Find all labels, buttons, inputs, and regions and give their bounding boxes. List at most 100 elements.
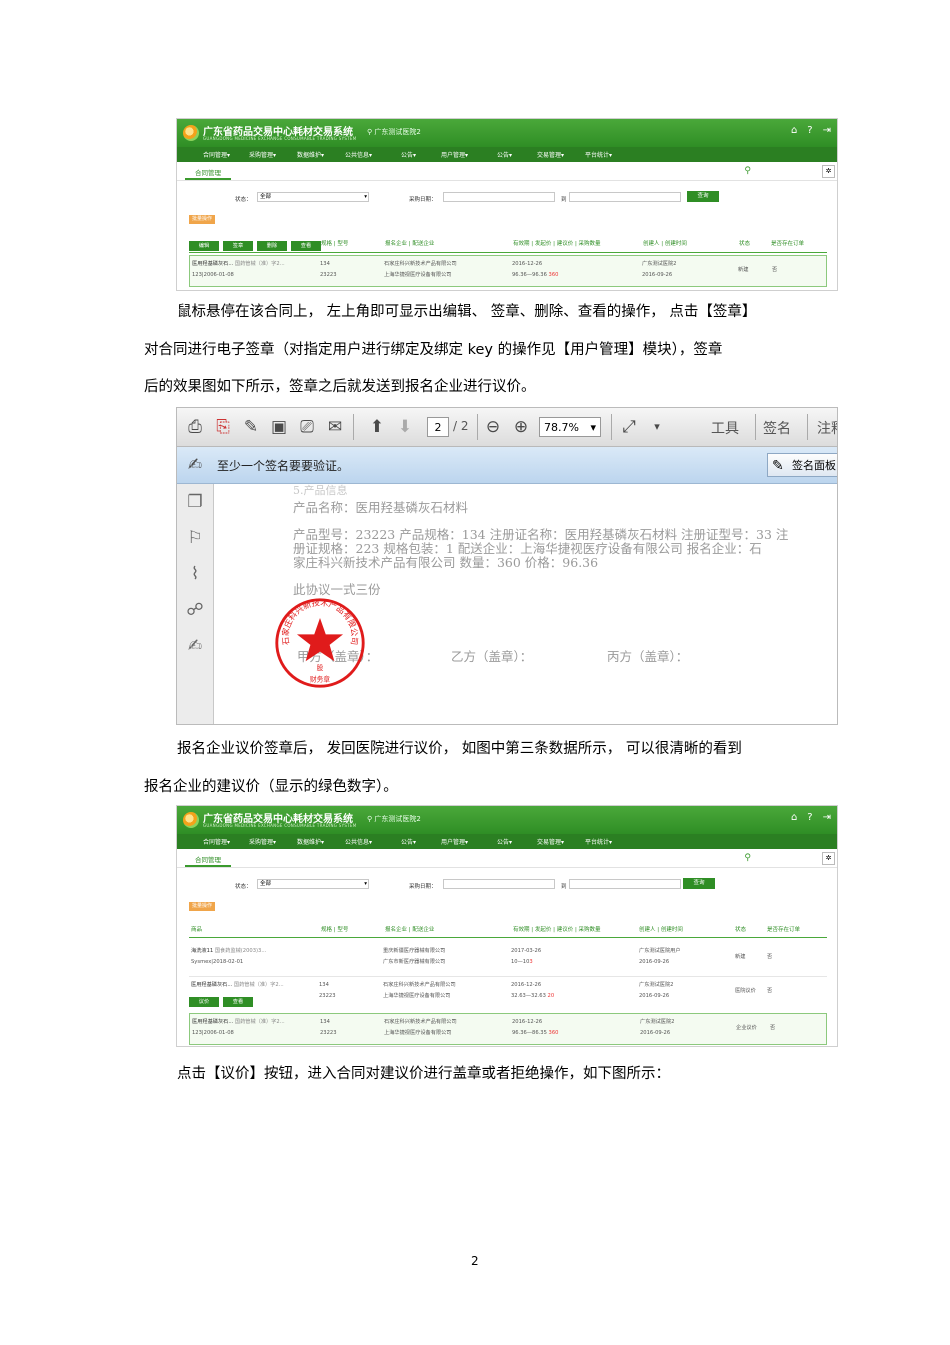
zoom-select[interactable]: 78.7% ▾ bbox=[539, 417, 601, 437]
comment-menu[interactable]: 注释 bbox=[817, 418, 837, 438]
date-from-input[interactable] bbox=[443, 192, 555, 202]
gear-icon[interactable]: ✲ bbox=[822, 852, 835, 865]
search-icon[interactable]: ⚲ bbox=[744, 853, 751, 863]
table-row[interactable]: 医用羟基磷灰石... 国药管械（准）字2... 议价 查看 134 23223 … bbox=[189, 977, 827, 1013]
signature-panel-button[interactable]: ✎ 签名面板 bbox=[767, 453, 837, 477]
nav-item-trade[interactable]: 交易管理▾ bbox=[537, 150, 564, 159]
nav-item-data[interactable]: 数据维护▾ bbox=[297, 150, 324, 159]
signature-icon[interactable]: ✍ bbox=[185, 636, 205, 656]
view-button[interactable]: 查看 bbox=[223, 997, 253, 1007]
bookmark-icon[interactable]: ⚐ bbox=[185, 528, 205, 548]
nav-item-stats[interactable]: 平台统计▾ bbox=[585, 837, 612, 846]
status-select[interactable]: 全部 ▾ bbox=[257, 192, 369, 202]
sign-menu[interactable]: 签名 bbox=[763, 418, 791, 438]
cell-spec: 134 bbox=[319, 982, 329, 988]
zoom-out-icon[interactable]: ⊖ bbox=[483, 417, 503, 437]
fullscreen-icon[interactable]: ⤢ bbox=[619, 417, 639, 437]
more-icon[interactable]: ▾ bbox=[647, 417, 667, 437]
signature-message: 至少一个签名要要验证。 bbox=[217, 459, 350, 473]
nav-item-contract[interactable]: 合同管理▾ bbox=[203, 837, 230, 846]
batch-button[interactable]: 批量操作 bbox=[189, 215, 216, 224]
cell-status: 企业议价 bbox=[736, 1025, 757, 1031]
col-company: 报名企业 | 配送企业 bbox=[385, 241, 435, 247]
cell-model: 23223 bbox=[319, 993, 336, 999]
nav-item-purchase[interactable]: 采购管理▾ bbox=[249, 837, 276, 846]
date-label: 采购日期： bbox=[409, 884, 437, 890]
date-from-input[interactable] bbox=[443, 879, 555, 889]
query-button[interactable]: 查询 bbox=[683, 878, 715, 889]
status-select[interactable]: 全部 ▾ bbox=[257, 879, 369, 889]
nav-item-user[interactable]: 用户管理▾ bbox=[441, 150, 468, 159]
nav-item-data[interactable]: 数据维护▾ bbox=[297, 837, 324, 846]
delete-button[interactable]: 删除 bbox=[257, 241, 287, 251]
home-icon[interactable]: ⌂ bbox=[791, 125, 797, 136]
nav-item-contract[interactable]: 合同管理▾ bbox=[203, 150, 230, 159]
chevron-down-icon: ▾ bbox=[364, 881, 367, 887]
cell-ctime: 2016-09-26 bbox=[639, 993, 670, 999]
negotiate-button[interactable]: 议价 bbox=[189, 997, 219, 1007]
nav-item-public[interactable]: 公共信息▾ bbox=[345, 837, 372, 846]
nav-item-notice-2[interactable]: 公告▾ bbox=[497, 150, 512, 159]
tab-contract-manage[interactable]: 合同管理 bbox=[185, 853, 231, 867]
zoom-in-icon[interactable]: ⊕ bbox=[511, 417, 531, 437]
main-nav: 合同管理▾ 采购管理▾ 数据维护▾ 公共信息▾ 公告▾ 用户管理▾ 公告▾ 交易… bbox=[177, 834, 837, 849]
cell-company: 石家庄科兴新技术产品有限公司 bbox=[384, 261, 457, 267]
tools-menu[interactable]: 工具 bbox=[711, 418, 739, 438]
location-label: ⚲ 广东测试医院2 bbox=[367, 128, 421, 136]
nav-item-stats[interactable]: 平台统计▾ bbox=[585, 150, 612, 159]
view-button[interactable]: 查看 bbox=[291, 241, 321, 251]
mail-icon[interactable]: ✉ bbox=[325, 417, 345, 437]
sign-button[interactable]: 签章 bbox=[223, 241, 253, 251]
toolbar-divider bbox=[611, 414, 612, 440]
query-button[interactable]: 查询 bbox=[687, 191, 719, 202]
status-label: 状态： bbox=[235, 197, 252, 203]
print-icon[interactable]: ⎚ bbox=[297, 417, 317, 437]
tab-contract-manage[interactable]: 合同管理 bbox=[185, 166, 231, 180]
cell-dist: 广东市新医疗器械有限公司 bbox=[383, 959, 446, 965]
col-validity: 有效期 | 发起价 | 建议价 | 采购数量 bbox=[513, 927, 601, 933]
status-label: 状态： bbox=[235, 884, 252, 890]
open-icon[interactable]: ⎙ bbox=[185, 417, 205, 437]
toolbar-divider bbox=[477, 414, 478, 440]
binoculars-icon[interactable]: ☍ bbox=[185, 600, 205, 620]
gear-icon[interactable]: ✲ bbox=[822, 165, 835, 178]
home-icon[interactable]: ⌂ bbox=[791, 812, 797, 823]
nav-item-notice-2[interactable]: 公告▾ bbox=[497, 837, 512, 846]
logout-icon[interactable]: ⇥ bbox=[823, 125, 831, 136]
date-to-input[interactable] bbox=[569, 192, 681, 202]
page-number-input[interactable]: 2 bbox=[427, 417, 449, 437]
nav-item-purchase[interactable]: 采购管理▾ bbox=[249, 150, 276, 159]
nav-item-public[interactable]: 公共信息▾ bbox=[345, 150, 372, 159]
edit-button[interactable]: 编辑 bbox=[189, 241, 219, 251]
cell-product: 海洗液11 国食药监械(2003)3... bbox=[191, 948, 267, 954]
create-pdf-icon[interactable]: ⎘ bbox=[213, 417, 233, 437]
doc-line-0: 5.产品信息 bbox=[293, 484, 348, 497]
save-icon[interactable]: ▣ bbox=[269, 417, 289, 437]
next-page-icon[interactable]: ⬇ bbox=[395, 417, 415, 437]
nav-item-user[interactable]: 用户管理▾ bbox=[441, 837, 468, 846]
header-icons: ⌂? ⇥ bbox=[781, 812, 831, 823]
col-creator: 创建人 | 创建时间 bbox=[643, 241, 687, 247]
attachment-icon[interactable]: ⌇ bbox=[185, 564, 205, 584]
cell-creator: 广东测试医院2 bbox=[639, 982, 674, 988]
chevron-down-icon: ▾ bbox=[590, 421, 596, 434]
date-to-input[interactable] bbox=[569, 879, 681, 889]
system-logo bbox=[183, 812, 199, 828]
logout-icon[interactable]: ⇥ bbox=[823, 812, 831, 823]
prev-page-icon[interactable]: ⬆ bbox=[367, 417, 387, 437]
edit-doc-icon[interactable]: ✎ bbox=[241, 417, 261, 437]
help-icon[interactable]: ? bbox=[807, 812, 812, 823]
pages-icon[interactable]: ❐ bbox=[185, 492, 205, 512]
col-company: 报名企业 | 配送企业 bbox=[385, 927, 435, 933]
nav-item-notice[interactable]: 公告▾ bbox=[401, 837, 416, 846]
table-row[interactable]: 海洗液11 国食药监械(2003)3... Sysmex|2018-02-01 … bbox=[189, 940, 827, 976]
nav-item-notice[interactable]: 公告▾ bbox=[401, 150, 416, 159]
batch-button[interactable]: 批量操作 bbox=[189, 902, 216, 911]
search-icon[interactable]: ⚲ bbox=[744, 166, 751, 176]
help-icon[interactable]: ? bbox=[807, 125, 812, 136]
cell-code: 123|2006-01-08 bbox=[192, 272, 234, 278]
nav-item-trade[interactable]: 交易管理▾ bbox=[537, 837, 564, 846]
table-row[interactable]: 医用羟基磷灰石... 国药管械（准）字2... 123|2006-01-08 1… bbox=[189, 1013, 827, 1045]
table-row[interactable]: 医用羟基磷灰石... 国药管械（准）字2... 123|2006-01-08 1… bbox=[189, 255, 827, 287]
system-subtitle: GUANGDONG MEDICINE EXCHANGE CONSUMABLE T… bbox=[203, 136, 357, 141]
